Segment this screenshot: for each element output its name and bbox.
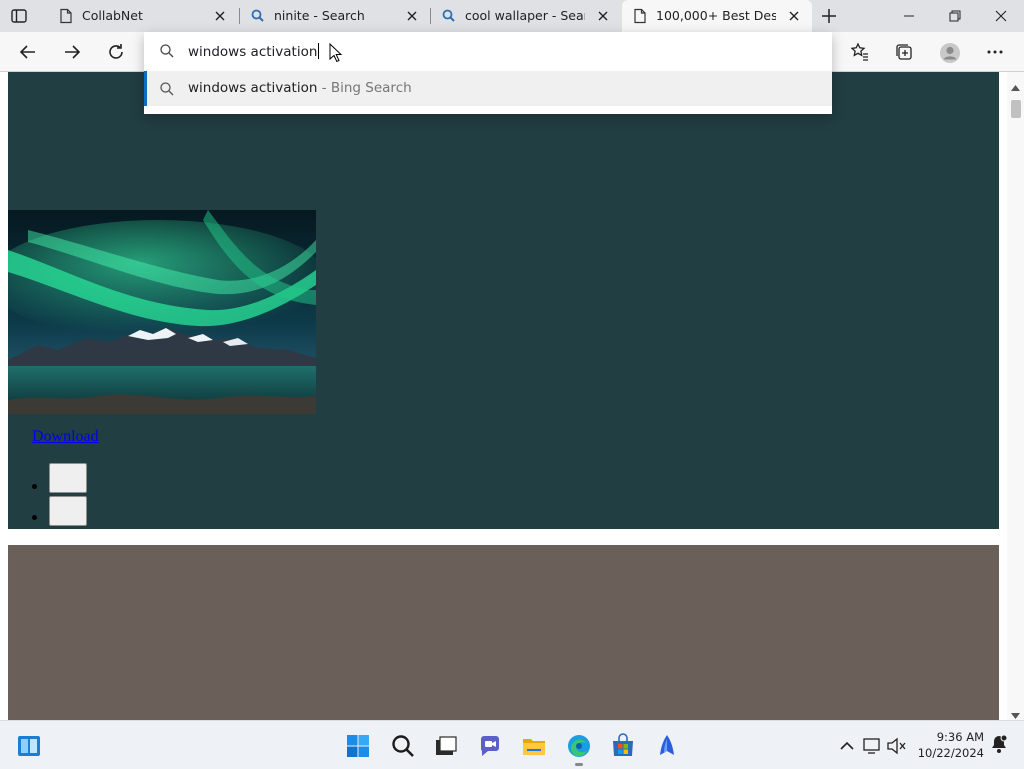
network-icon[interactable] [860, 733, 886, 759]
scrollbar-thumb[interactable] [1011, 100, 1021, 118]
page-button[interactable] [49, 496, 87, 526]
settings-more-button[interactable] [983, 40, 1007, 64]
suggestion-engine: - Bing Search [317, 80, 412, 96]
tab-title: 100,000+ Best Desktop [656, 8, 776, 23]
scroll-up-icon[interactable] [1011, 76, 1020, 95]
clock-time: 9:36 AM [936, 730, 984, 744]
tab-title: cool wallaper - Search [465, 8, 585, 23]
notification-icon[interactable] [988, 733, 1014, 759]
suggestion-label: windows activation - Bing Search [188, 80, 412, 96]
tab-ninite-search[interactable]: ninite - Search [240, 0, 430, 32]
address-bar[interactable]: windows activation [144, 32, 832, 70]
download-link[interactable]: Download [32, 428, 99, 446]
favorites-button[interactable] [848, 40, 872, 64]
start-icon[interactable] [345, 733, 371, 759]
tab-cool-wallaper-search[interactable]: cool wallaper - Search [431, 0, 621, 32]
close-tab-icon[interactable] [212, 8, 228, 24]
search-icon[interactable] [390, 733, 416, 759]
search-suggestion[interactable]: windows activation - Bing Search [144, 71, 832, 106]
profile-avatar[interactable] [937, 40, 961, 64]
content-section [8, 545, 999, 720]
refresh-button[interactable] [104, 40, 128, 64]
list-bullet [32, 515, 37, 520]
close-tab-icon[interactable] [786, 8, 802, 24]
file-explorer-icon[interactable] [521, 733, 547, 759]
search-icon [250, 8, 266, 24]
tab-strip: CollabNet ninite - Search cool wallaper … [0, 0, 1024, 32]
restore-button[interactable] [932, 0, 978, 32]
back-button[interactable] [16, 40, 40, 64]
search-icon [441, 8, 457, 24]
address-bar-dropdown: windows activation windows activation - … [144, 32, 832, 114]
tab-collabnet[interactable]: CollabNet [48, 0, 238, 32]
vertical-scrollbar[interactable] [1007, 72, 1024, 720]
wallpaper-hero-section: Download [8, 72, 999, 529]
edge-browser-icon[interactable] [566, 733, 592, 759]
tab-title: ninite - Search [274, 8, 365, 23]
teams-chat-icon[interactable] [477, 733, 503, 759]
search-icon [159, 43, 175, 63]
aurora-wallpaper-image[interactable] [8, 210, 316, 414]
search-icon [159, 81, 175, 101]
scroll-down-icon[interactable] [1011, 704, 1020, 720]
minimize-button[interactable] [886, 0, 932, 32]
page-icon [632, 8, 648, 24]
address-input-value: windows activation [188, 44, 318, 60]
system-clock[interactable]: 9:36 AM 10/22/2024 [914, 729, 984, 761]
list-bullet [32, 484, 37, 489]
suggestion-query: windows activation [188, 80, 318, 96]
widgets-icon[interactable] [16, 733, 42, 759]
volume-muted-icon[interactable] [884, 733, 910, 759]
mouse-cursor-icon [329, 42, 343, 67]
page-viewport: Download [0, 72, 1024, 720]
task-view-icon[interactable] [433, 733, 459, 759]
page-button[interactable] [49, 463, 87, 493]
text-caret [318, 43, 320, 59]
address-input[interactable]: windows activation [188, 43, 320, 60]
microsoft-store-icon[interactable] [610, 733, 636, 759]
page-icon [58, 8, 74, 24]
tab-actions-icon[interactable] [10, 7, 28, 25]
clock-date: 10/22/2024 [917, 746, 984, 760]
close-tab-icon[interactable] [404, 8, 420, 24]
tab-best-desktop-wallpapers[interactable]: 100,000+ Best Desktop [622, 0, 812, 32]
close-tab-icon[interactable] [595, 8, 611, 24]
active-app-indicator [575, 763, 583, 766]
app-icon[interactable] [654, 733, 680, 759]
show-hidden-icons-icon[interactable] [834, 733, 860, 759]
collections-button[interactable] [892, 40, 916, 64]
new-tab-icon[interactable] [820, 7, 838, 25]
forward-button[interactable] [60, 40, 84, 64]
close-window-button[interactable] [978, 0, 1024, 32]
taskbar: 9:36 AM 10/22/2024 [0, 720, 1024, 769]
tab-title: CollabNet [82, 8, 143, 23]
